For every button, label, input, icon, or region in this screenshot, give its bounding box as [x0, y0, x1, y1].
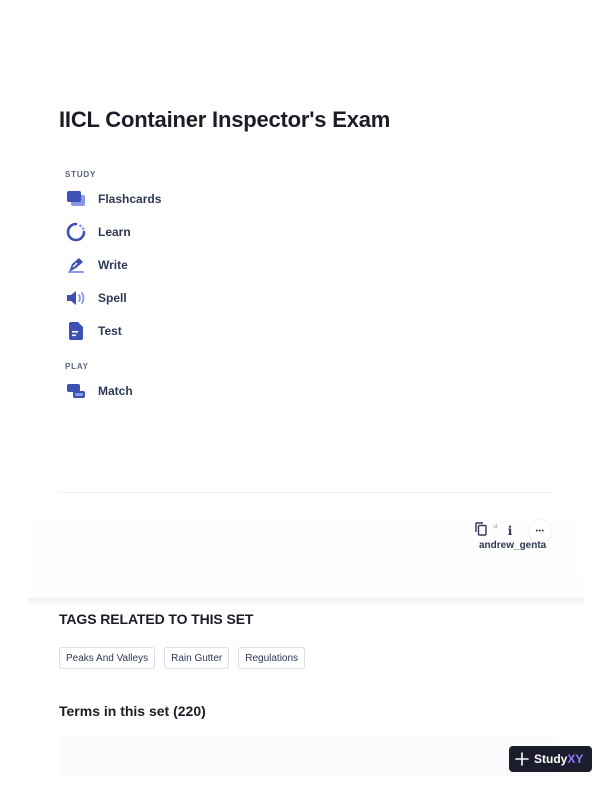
mode-match[interactable]: Match — [65, 380, 133, 402]
mode-learn[interactable]: Learn — [65, 221, 131, 243]
creator-username[interactable]: andrew_genta — [479, 540, 546, 551]
match-icon — [65, 380, 87, 402]
copy-button[interactable] — [470, 520, 492, 542]
mode-test[interactable]: Test — [65, 320, 122, 342]
mode-spell[interactable]: Spell — [65, 287, 127, 309]
more-icon: ••• — [535, 527, 545, 535]
terms-card — [59, 737, 559, 777]
mode-write[interactable]: Write — [65, 254, 128, 276]
mode-flashcards[interactable]: Flashcards — [65, 188, 161, 210]
write-icon — [65, 254, 87, 276]
badge-brand-accent: XY — [567, 752, 584, 766]
test-icon — [65, 320, 87, 342]
mode-label-learn: Learn — [98, 225, 131, 239]
mode-label-match: Match — [98, 384, 133, 398]
copy-icon — [475, 521, 487, 541]
info-button[interactable]: i — [499, 520, 521, 542]
flashcards-icon — [65, 188, 87, 210]
studyxy-badge[interactable]: Study XY — [509, 746, 592, 772]
mode-label-write: Write — [98, 258, 128, 272]
plus-icon — [515, 752, 529, 766]
set-title: IICL Container Inspector's Exam — [59, 107, 391, 132]
tags-heading: TAGS RELATED TO THIS SET — [59, 611, 254, 627]
play-section-label: PLAY — [65, 362, 89, 371]
terms-heading: Terms in this set (220) — [59, 703, 206, 719]
mode-label-test: Test — [98, 324, 122, 338]
page: IICL Container Inspector's Exam STUDY Fl… — [0, 0, 612, 792]
tag-list: Peaks And Valleys Rain Gutter Regulation… — [59, 647, 306, 669]
shadow-band — [28, 598, 584, 606]
tag-rain-gutter[interactable]: Rain Gutter — [164, 647, 230, 669]
more-options-button[interactable]: ••• — [529, 520, 551, 542]
spell-icon — [65, 287, 87, 309]
mode-label-flashcards: Flashcards — [98, 192, 162, 206]
mode-label-spell: Spell — [98, 291, 127, 305]
tag-peaks-and-valleys[interactable]: Peaks And Valleys — [59, 647, 156, 669]
learn-icon — [65, 221, 87, 243]
badge-brand: Study — [534, 752, 568, 766]
section-divider — [59, 492, 552, 493]
study-section-label: STUDY — [65, 170, 97, 179]
tag-regulations[interactable]: Regulations — [238, 647, 306, 669]
info-icon: i — [507, 524, 513, 538]
tooltip-fragment: st — [493, 524, 498, 530]
